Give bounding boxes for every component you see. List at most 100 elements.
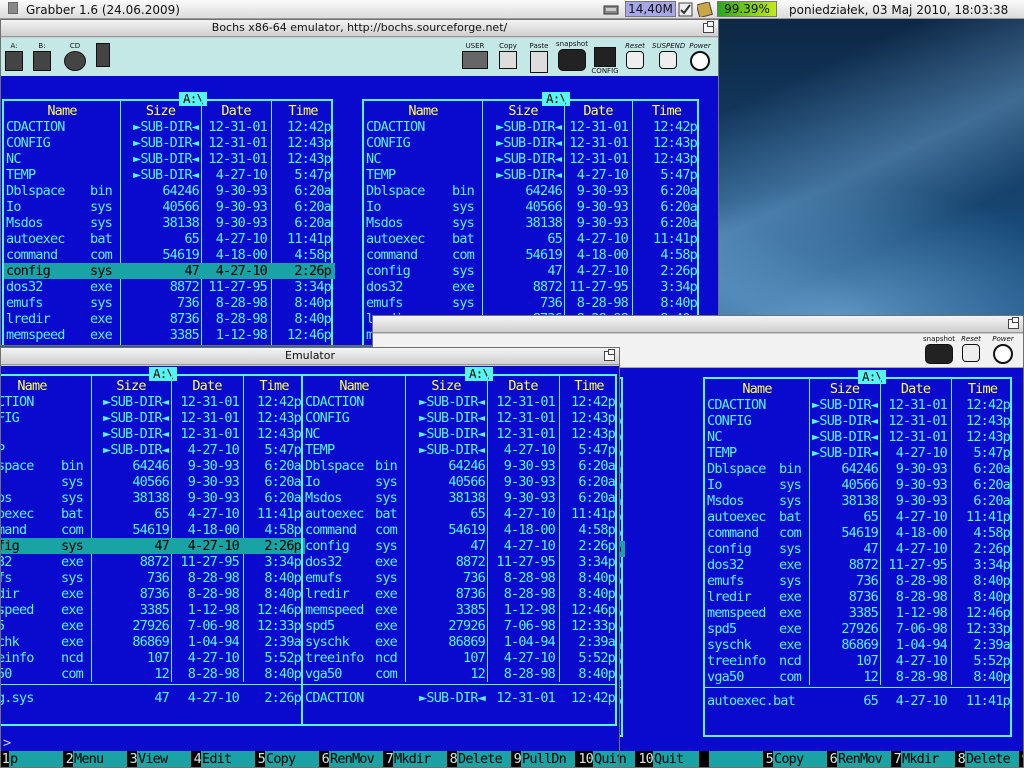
fkey-button[interactable]: 4 Edit: [193, 751, 257, 767]
file-row[interactable]: NC ►SUB-DIR◄ 12-31-01 12:43p: [303, 426, 615, 442]
file-row[interactable]: spd5exe279267-06-9812:33p: [4, 343, 331, 345]
file-row[interactable]: Dblspace bin 64246 9-30-93 6:20a: [1, 458, 301, 474]
file-row[interactable]: TEMP ►SUB-DIR◄ 4-27-10 5:47p: [303, 442, 615, 458]
column-header-size[interactable]: Size: [482, 103, 564, 119]
file-row[interactable]: CDACTION ►SUB-DIR◄ 12-31-01 12:42p: [4, 119, 331, 135]
file-row[interactable]: emufs sys 736 8-28-98 8:40p: [364, 295, 697, 311]
file-row[interactable]: memspeed exe 3385 1-12-98 12:46p: [1, 602, 301, 618]
fkey-button[interactable]: [701, 751, 765, 767]
file-row[interactable]: dos32 exe 8872 11-27-95 3:34p: [1, 554, 301, 570]
file-row[interactable]: command com 54619 4-18-00 4:58p: [364, 247, 697, 263]
fkey-button[interactable]: 3 View: [129, 751, 193, 767]
file-row[interactable]: dos32 exe 8872 11-27-95 3:34p: [303, 554, 615, 570]
file-row[interactable]: spd5exe279267-06-9812:33p: [705, 621, 1010, 637]
file-row[interactable]: autoexec bat 65 4-27-10 11:41p: [1, 506, 301, 522]
config-button[interactable]: CONFIG: [591, 46, 619, 75]
fkey-button[interactable]: 7Mkdir: [893, 751, 957, 767]
column-header-name[interactable]: Name: [4, 103, 120, 119]
snapshot-button[interactable]: snapshot: [922, 335, 956, 364]
copy-button[interactable]: Copy: [496, 42, 520, 69]
file-row[interactable]: vga50 com 12 8-28-98 8:40p: [303, 666, 615, 682]
fkey-button[interactable]: 10Quit: [577, 751, 619, 767]
file-row[interactable]: NC ►SUB-DIR◄ 12-31-01 12:43p: [4, 151, 331, 167]
file-row[interactable]: CONFIG ►SUB-DIR◄ 12-31-01 12:43p: [364, 135, 697, 151]
fkey-button[interactable]: 5Copy: [765, 751, 829, 767]
fkey-button[interactable]: 2 Menu: [65, 751, 129, 767]
column-header-name[interactable]: Name: [1, 378, 91, 394]
file-row[interactable]: Iosys405669-30-936:20a: [705, 477, 1010, 493]
file-row[interactable]: emufs sys 736 8-28-98 8:40p: [705, 573, 1010, 589]
file-row[interactable]: NC ►SUB-DIR◄ 12-31-01 12:43p: [364, 151, 697, 167]
reset-button[interactable]: Reset: [957, 335, 985, 362]
file-row[interactable]: CONFIG ►SUB-DIR◄ 12-31-01 12:43p: [4, 135, 331, 151]
window-restore-icon[interactable]: [703, 21, 714, 33]
file-row[interactable]: memspeed exe 3385 1-12-98 12:46p: [303, 602, 615, 618]
background-window-title-bar[interactable]: [373, 316, 1023, 333]
file-row[interactable]: memspeed exe 3385 1-12-98 12:46p: [4, 327, 331, 343]
file-row[interactable]: emufs sys 736 8-28-98 8:40p: [303, 570, 615, 586]
fkey-button[interactable]: 1p: [1, 751, 65, 767]
suspend-button[interactable]: SUSPEND: [652, 42, 685, 69]
column-header-size[interactable]: Size: [120, 103, 201, 119]
file-row[interactable]: config sys 47 4-27-10 2:26p: [705, 541, 1010, 557]
file-row[interactable]: Iosys405669-30-936:20a: [364, 199, 697, 215]
file-row[interactable]: autoexec bat 65 4-27-10 11:41p: [4, 231, 331, 247]
file-row[interactable]: memspeed exe 3385 1-12-98 12:46p: [705, 605, 1010, 621]
file-row[interactable]: command com 54619 4-18-00 4:58p: [4, 247, 331, 263]
file-row[interactable]: TEMP ►SUB-DIR◄ 4-27-10 5:47p: [4, 167, 331, 183]
file-row[interactable]: TEMP ►SUB-DIR◄ 4-27-10 5:47p: [364, 167, 697, 183]
file-row[interactable]: config sys 47 4-27-10 2:26p: [303, 538, 615, 554]
fkey-button[interactable]: 8Delete: [957, 751, 1021, 767]
fkey-button[interactable]: 8Delete: [449, 751, 513, 767]
column-header-time[interactable]: Time: [559, 378, 619, 394]
column-header-time[interactable]: Time: [951, 381, 1014, 397]
file-row[interactable]: lredir exe 8736 8-28-98 8:40p: [1, 586, 301, 602]
file-row[interactable]: CDACTION ►SUB-DIR◄ 12-31-01 12:42p: [303, 394, 615, 410]
file-row[interactable]: Iosys405669-30-936:20a: [303, 474, 615, 490]
file-row[interactable]: CONFIG ►SUB-DIR◄ 12-31-01 12:43p: [1, 410, 301, 426]
snapshot-button[interactable]: snapshot: [555, 40, 589, 71]
file-row[interactable]: Msdos sys 38138 9-30-93 6:20a: [1, 490, 301, 506]
file-row[interactable]: Msdos sys 38138 9-30-93 6:20a: [705, 493, 1010, 509]
file-row[interactable]: lredir exe 8736 8-28-98 8:40p: [303, 586, 615, 602]
file-row[interactable]: Dblspace bin 64246 9-30-93 6:20a: [364, 183, 697, 199]
file-row[interactable]: treeinfo ncd 107 4-27-10 5:52p: [1, 650, 301, 666]
column-header-date[interactable]: Date: [487, 378, 559, 394]
file-row[interactable]: Iosys405669-30-936:20a: [1, 474, 301, 490]
file-row[interactable]: treeinfo ncd 107 4-27-10 5:52p: [705, 653, 1010, 669]
file-row[interactable]: autoexec bat 65 4-27-10 11:41p: [705, 509, 1010, 525]
file-row[interactable]: vga50 com 12 8-28-98 8:40p: [1, 666, 301, 682]
file-row[interactable]: Dblspace bin 64246 9-30-93 6:20a: [303, 458, 615, 474]
file-row[interactable]: dos32 exe 8872 11-27-95 3:34p: [364, 279, 697, 295]
file-row[interactable]: NC ►SUB-DIR◄ 12-31-01 12:43p: [1, 426, 301, 442]
file-row[interactable]: syschk exe 86869 1-04-94 2:39a: [1, 634, 301, 650]
file-row[interactable]: config sys 47 4-27-10 2:26p: [1, 538, 305, 554]
file-row[interactable]: Dblspace bin 64246 9-30-93 6:20a: [705, 461, 1010, 477]
network-icon[interactable]: [93, 42, 113, 67]
file-row[interactable]: CONFIG ►SUB-DIR◄ 12-31-01 12:43p: [705, 413, 1010, 429]
file-row[interactable]: lredir exe 8736 8-28-98 8:40p: [705, 589, 1010, 605]
file-row[interactable]: Dblspace bin 64246 9-30-93 6:20a: [4, 183, 331, 199]
column-header-date[interactable]: Date: [201, 103, 271, 119]
file-row[interactable]: NC ►SUB-DIR◄ 12-31-01 12:43p: [705, 429, 1010, 445]
file-row[interactable]: command com 54619 4-18-00 4:58p: [705, 525, 1010, 541]
floppy-a-button[interactable]: A:: [3, 42, 25, 71]
fkey-button[interactable]: 6RenMov: [321, 751, 385, 767]
file-row[interactable]: syschk exe 86869 1-04-94 2:39a: [303, 634, 615, 650]
column-header-name[interactable]: Name: [364, 103, 482, 119]
file-row[interactable]: CDACTION ►SUB-DIR◄ 12-31-01 12:42p: [1, 394, 301, 410]
user-button[interactable]: USER: [461, 42, 489, 69]
file-row[interactable]: spd5exe279267-06-9812:33p: [1, 618, 301, 634]
file-row[interactable]: CDACTION ►SUB-DIR◄ 12-31-01 12:42p: [364, 119, 697, 135]
task-icon[interactable]: [8, 2, 18, 14]
file-row[interactable]: syschk exe 86869 1-04-94 2:39a: [705, 637, 1010, 653]
column-header-size[interactable]: Size: [809, 381, 880, 397]
power-button[interactable]: Power: [685, 42, 715, 71]
file-row[interactable]: CDACTION ►SUB-DIR◄ 12-31-01 12:42p: [705, 397, 1010, 413]
file-row[interactable]: config sys 47 4-27-10 2:26p: [364, 263, 697, 279]
fkey-button[interactable]: 6RenMov: [829, 751, 893, 767]
file-row[interactable]: config sys 47 4-27-10 2:26p: [4, 263, 335, 279]
file-row[interactable]: command com 54619 4-18-00 4:58p: [1, 522, 301, 538]
emulator-title-bar[interactable]: Emulator: [1, 348, 619, 365]
paste-button[interactable]: Paste: [527, 42, 551, 73]
